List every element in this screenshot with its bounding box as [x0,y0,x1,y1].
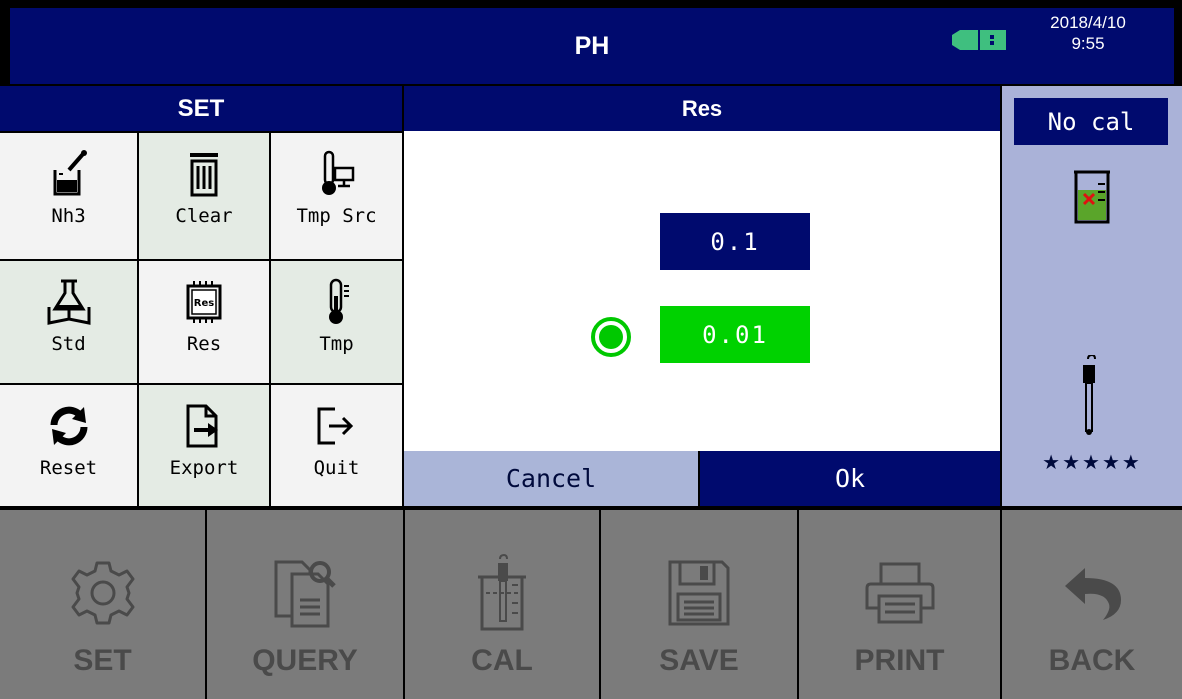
date-text: 2018/4/10 [1050,13,1126,32]
time-text: 9:55 [1071,34,1105,53]
query-documents-icon [272,548,338,638]
gear-icon [67,548,139,638]
set-button-label: SET [73,644,132,677]
set-button[interactable]: SET [0,510,205,699]
res-dialog-title: Res [404,86,1000,131]
top-bar: PH 2018/4/10 9:55 [0,0,1182,85]
menu-item-res[interactable]: Res Res [139,261,269,383]
flask-book-icon [47,277,91,327]
query-button[interactable]: QUERY [207,510,403,699]
menu-item-quit[interactable]: Quit [271,385,402,506]
print-button-label: PRINT [854,644,945,677]
set-panel-title: SET [0,86,402,131]
thermometer-icon [315,277,359,327]
calibration-status: No cal [1014,98,1168,145]
cal-button-label: CAL [471,644,533,677]
query-button-label: QUERY [252,644,358,677]
trash-icon [182,149,226,199]
refresh-icon [47,401,91,451]
cancel-button[interactable]: Cancel [404,451,698,506]
menu-item-reset[interactable]: Reset [0,385,137,506]
save-button-label: SAVE [659,644,739,677]
menu-item-std[interactable]: Std [0,261,137,383]
chip-res-icon: Res [182,277,226,327]
menu-item-clear[interactable]: Clear [139,133,269,259]
menu-item-export[interactable]: Export [139,385,269,506]
back-button-label: BACK [1048,644,1136,677]
menu-label: Clear [175,205,233,227]
thermometer-monitor-icon [315,149,359,199]
menu-item-nh3[interactable]: Nh3 [0,133,137,259]
exit-icon [315,401,359,451]
status-panel [1002,86,1182,506]
print-button[interactable]: PRINT [799,510,1000,699]
usb-connected-icon [952,30,1006,50]
menu-label: Tmp Src [296,205,377,227]
set-menu-grid: Nh3 Clear Tmp Src Std Res Res Tmp Reset … [0,131,402,506]
electrode-icon [1083,355,1096,435]
menu-item-tmp-src[interactable]: Tmp Src [271,133,402,259]
calibrate-beaker-icon [472,548,532,638]
save-button[interactable]: SAVE [601,510,797,699]
file-export-icon [182,401,226,451]
ok-button[interactable]: Ok [700,451,1000,506]
radio-selected-icon[interactable] [589,315,633,359]
beaker-dropper-icon [47,149,91,199]
menu-label: Res [186,333,222,355]
menu-label: Quit [313,457,360,479]
res-dialog-body: 0.1 0.01 [404,131,1000,451]
datetime: 2018/4/10 9:55 [1022,12,1154,54]
menu-item-tmp[interactable]: Tmp [271,261,402,383]
floppy-disk-icon [666,548,732,638]
res-option-0-1[interactable]: 0.1 [660,213,810,270]
back-arrow-icon [1059,548,1125,638]
back-button[interactable]: BACK [1002,510,1182,699]
menu-label: Export [169,457,239,479]
res-option-0-01[interactable]: 0.01 [660,306,810,363]
beaker-error-icon [1074,170,1110,224]
quality-stars: ★★★★★ [1042,450,1142,474]
svg-text:Res: Res [194,298,214,309]
menu-label: Std [51,333,86,355]
menu-label: Tmp [319,333,354,355]
menu-label: Nh3 [51,205,86,227]
printer-icon [863,548,937,638]
bottom-toolbar: SET QUERY CAL SAVE PRINT BACK [0,508,1182,699]
menu-label: Reset [39,457,98,479]
cal-button[interactable]: CAL [405,510,599,699]
